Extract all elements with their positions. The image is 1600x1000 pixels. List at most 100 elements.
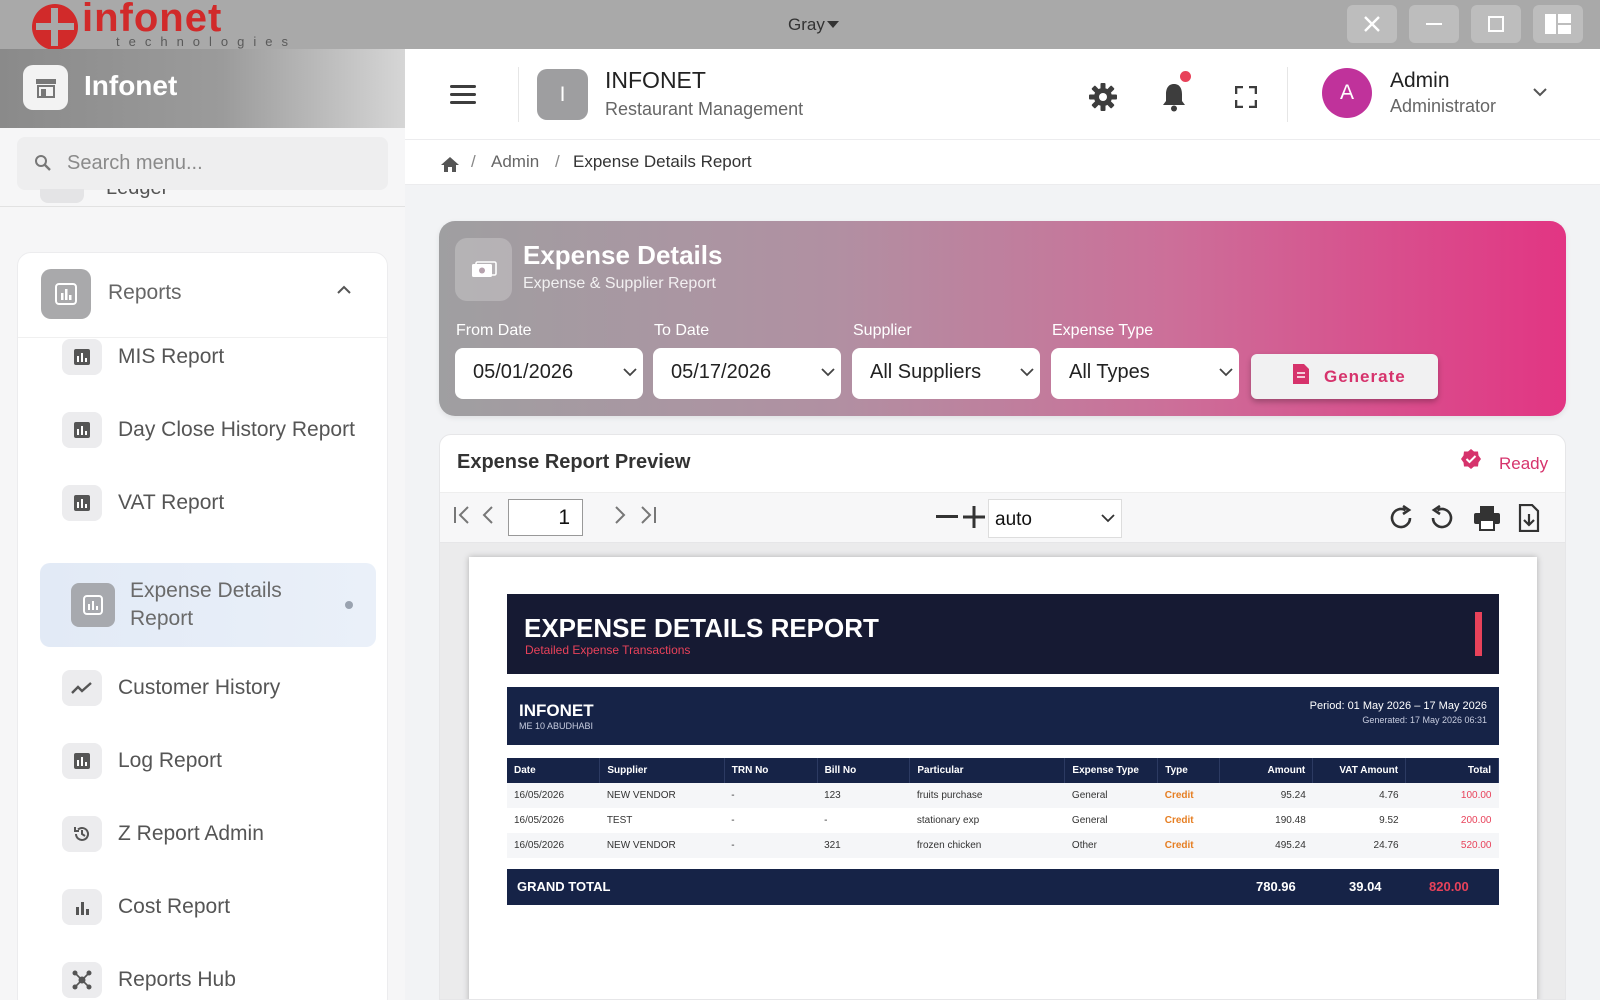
cell-date: 16/05/2026 xyxy=(507,833,600,858)
chart-icon xyxy=(62,743,102,779)
previous-page-icon[interactable] xyxy=(481,505,495,525)
menu-toggle-button[interactable] xyxy=(450,85,476,105)
pdf-viewer-canvas[interactable]: EXPENSE DETAILS REPORT Detailed Expense … xyxy=(440,543,1565,999)
generate-button[interactable]: Generate xyxy=(1251,354,1438,399)
cell-amount: 95.24 xyxy=(1219,783,1313,808)
first-page-icon[interactable] xyxy=(452,505,472,525)
supplier-select[interactable]: All Suppliers xyxy=(852,348,1040,399)
sidebar-item-label: Ledger xyxy=(106,189,168,200)
money-icon xyxy=(455,238,512,301)
cell-total: 200.00 xyxy=(1460,815,1492,826)
sidebar-item-expense-details-report[interactable]: Expense Details Report xyxy=(40,563,376,647)
sidebar-search xyxy=(17,137,388,190)
zoom-in-icon[interactable] xyxy=(963,506,985,528)
search-input[interactable] xyxy=(67,147,367,179)
logo-subtext: technologies xyxy=(116,34,297,49)
cell-total: 520.00 xyxy=(1405,833,1499,858)
rotate-clockwise-icon[interactable] xyxy=(1387,504,1415,532)
bell-icon[interactable] xyxy=(1161,82,1187,112)
cell-vat: 9.52 xyxy=(1379,815,1399,826)
breadcrumb-admin[interactable]: Admin xyxy=(491,152,539,172)
chart-icon xyxy=(62,485,102,521)
grand-total-label: GRAND TOTAL xyxy=(517,879,611,894)
cell-date: 16/05/2026 xyxy=(514,815,565,826)
user-name[interactable]: Admin xyxy=(1390,69,1450,93)
last-page-icon[interactable] xyxy=(638,505,658,525)
cell-trn: - xyxy=(731,815,735,826)
sidebar-item-ledger[interactable]: Ledger xyxy=(40,189,240,211)
column-header: Amount xyxy=(1219,758,1314,783)
theme-select[interactable]: Gray xyxy=(788,15,839,35)
report-page: EXPENSE DETAILS REPORT Detailed Expense … xyxy=(469,557,1537,999)
layout-grid-icon xyxy=(1545,14,1571,34)
expense-type-label: Expense Type xyxy=(1052,322,1154,339)
cell-type: Credit xyxy=(1157,783,1220,808)
preview-title: Expense Report Preview xyxy=(457,451,691,473)
cell-particular: frozen chicken xyxy=(909,833,1065,858)
report-subtitle: Detailed Expense Transactions xyxy=(525,643,691,657)
zoom-out-icon[interactable] xyxy=(936,515,958,519)
user-role: Administrator xyxy=(1390,96,1497,116)
sidebar-brand[interactable]: Infonet xyxy=(0,49,405,128)
to-date-field[interactable]: 05/17/2026 xyxy=(653,348,841,399)
cell-trn: - xyxy=(724,783,818,808)
report-period: Period: 01 May 2026 – 17 May 2026 xyxy=(1309,700,1487,712)
cell-bill: - xyxy=(824,815,828,826)
expense-type-select[interactable]: All Types xyxy=(1051,348,1239,399)
app-badge: I xyxy=(537,69,588,120)
notification-badge xyxy=(1180,71,1191,82)
maximize-window-button[interactable] xyxy=(1471,5,1521,43)
page-number-input[interactable] xyxy=(508,499,583,536)
supplier-label: Supplier xyxy=(853,322,912,339)
sidebar-item-customer-history[interactable]: Customer History xyxy=(40,658,376,718)
print-icon[interactable] xyxy=(1473,505,1501,531)
report-banner: EXPENSE DETAILS REPORT Detailed Expense … xyxy=(507,594,1499,674)
sidebar-item-z-report-admin[interactable]: Z Report Admin xyxy=(40,804,376,864)
sidebar-item-label: MIS Report xyxy=(118,345,225,368)
zoom-select[interactable]: auto xyxy=(988,499,1122,538)
sidebar-item-label: Log Report xyxy=(118,749,222,772)
chevron-down-icon xyxy=(821,368,835,377)
cell-supplier: NEW VENDOR xyxy=(599,783,725,808)
filter-title: Expense Details xyxy=(523,240,723,270)
brand-title: Infonet xyxy=(84,70,178,101)
breadcrumb-current: Expense Details Report xyxy=(573,152,752,171)
fullscreen-icon[interactable] xyxy=(1235,86,1257,108)
sidebar-item-cost-report[interactable]: Cost Report xyxy=(40,877,376,937)
sidebar-item-mis-report[interactable]: MIS Report xyxy=(40,327,376,387)
sidebar-item-reports-hub[interactable]: Reports Hub xyxy=(40,950,376,1000)
grand-total-vat: 39.04 xyxy=(1349,879,1382,894)
minimize-icon xyxy=(1426,23,1442,25)
cell-total: 100.00 xyxy=(1405,783,1499,808)
sidebar-item-day-close-history-report[interactable]: Day Close History Report xyxy=(40,400,376,460)
cell-bill: 123 xyxy=(817,783,910,808)
rotate-counterclockwise-icon[interactable] xyxy=(1428,504,1456,532)
table-row: 16/05/2026 NEW VENDOR - 123 fruits purch… xyxy=(507,783,1499,808)
sidebar-item-vat-report[interactable]: VAT Report xyxy=(40,473,376,533)
gear-icon[interactable] xyxy=(1088,82,1118,112)
table-row: 16/05/2026 NEW VENDOR - 321 frozen chick… xyxy=(507,833,1499,858)
close-window-button[interactable] xyxy=(1347,5,1397,43)
reports-group-header[interactable]: Reports xyxy=(18,253,387,338)
next-page-icon[interactable] xyxy=(613,505,627,525)
cell-amount: 190.48 xyxy=(1275,815,1306,826)
minimize-window-button[interactable] xyxy=(1409,5,1459,43)
cell-trn: - xyxy=(724,833,818,858)
from-date-field[interactable]: 05/01/2026 xyxy=(455,348,643,399)
cell-type: Credit xyxy=(1164,815,1194,826)
home-icon[interactable] xyxy=(440,156,460,173)
ledger-icon xyxy=(40,189,84,203)
maximize-icon xyxy=(1488,16,1504,32)
download-icon[interactable] xyxy=(1518,504,1540,532)
avatar[interactable]: A xyxy=(1322,68,1372,118)
report-company-block: INFONET ME 10 ABUDHABI Period: 01 May 20… xyxy=(507,687,1499,745)
store-icon xyxy=(23,65,68,110)
cell-vat: 24.76 xyxy=(1312,833,1406,858)
chevron-down-icon[interactable] xyxy=(1532,87,1548,97)
table-header-row: Date Supplier TRN No Bill No Particular … xyxy=(507,758,1499,783)
chevron-down-icon xyxy=(1219,368,1233,377)
window-titlebar: infonet technologies Gray xyxy=(0,0,1600,50)
cell-expense-type: General xyxy=(1071,815,1108,826)
layout-window-button[interactable] xyxy=(1533,5,1583,43)
sidebar-item-log-report[interactable]: Log Report xyxy=(40,731,376,791)
